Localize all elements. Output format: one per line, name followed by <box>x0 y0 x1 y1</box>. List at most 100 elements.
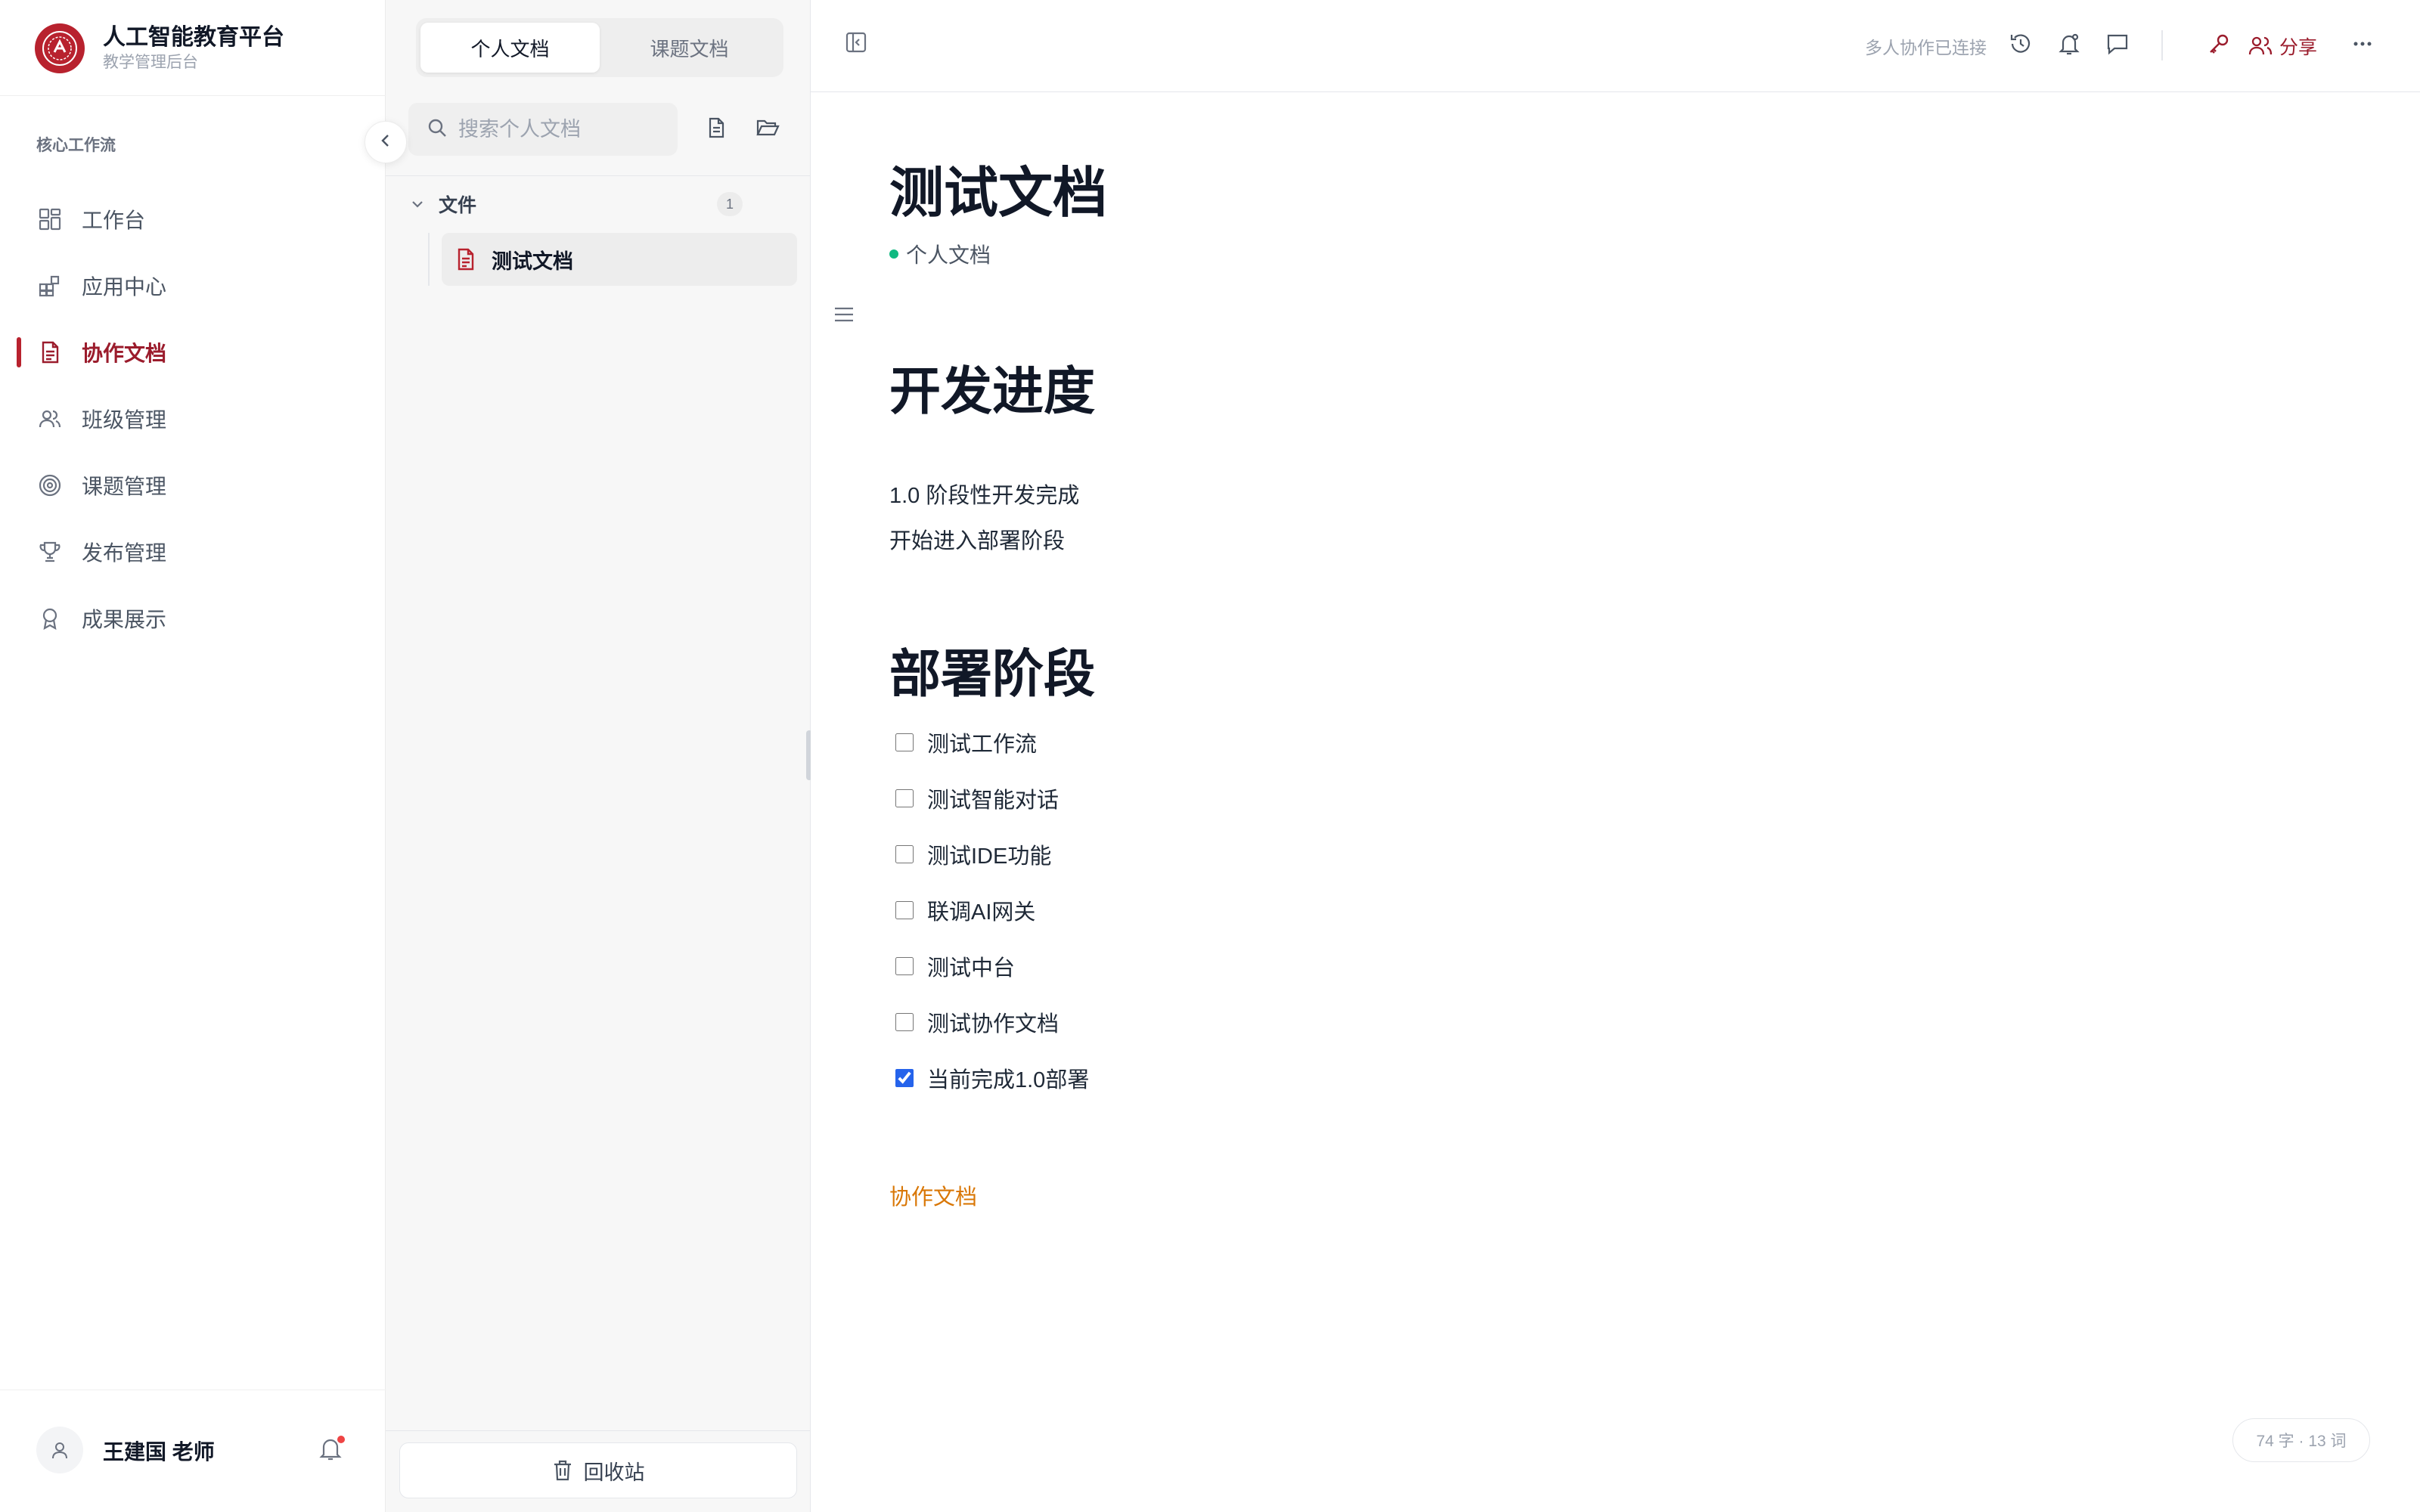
more-horizontal-icon <box>2350 32 2375 60</box>
sidebar-item-classes[interactable]: 班级管理 <box>0 386 386 452</box>
sidebar-item-label: 发布管理 <box>82 541 167 565</box>
document-icon <box>36 339 64 366</box>
task-checkbox[interactable] <box>895 733 914 751</box>
trophy-icon <box>36 538 64 565</box>
task-item[interactable]: 测试工作流 <box>895 726 1037 759</box>
dashboard-icon <box>36 206 64 233</box>
divider <box>386 175 811 176</box>
paragraph: 开始进入部署阶段 <box>889 529 1066 553</box>
task-item[interactable]: 联调AI网关 <box>895 894 1035 927</box>
task-checkbox[interactable] <box>895 1069 914 1087</box>
editor-toolbar: 多人协作已连接 分享 <box>811 0 2420 92</box>
tree-guide-line <box>428 233 430 286</box>
new-document-button[interactable] <box>699 112 734 147</box>
target-icon <box>36 472 64 499</box>
task-checkbox[interactable] <box>895 957 914 975</box>
avatar[interactable] <box>36 1427 83 1473</box>
heading-development-progress: 开发进度 <box>889 363 1096 420</box>
reminder-button[interactable] <box>2052 29 2086 62</box>
key-icon <box>2207 32 2231 60</box>
recycle-bin-button[interactable]: 回收站 <box>399 1442 797 1498</box>
collapse-sidebar-button[interactable] <box>365 121 407 163</box>
sidebar-item-dashboard[interactable]: 工作台 <box>0 186 386 253</box>
document-icon <box>455 248 478 271</box>
apps-icon <box>36 272 64 299</box>
sidebar-item-docs[interactable]: 协作文档 <box>0 319 386 386</box>
block-drag-handle[interactable] <box>829 301 859 331</box>
sidebar-item-apps[interactable]: 应用中心 <box>0 253 386 319</box>
paragraph: 1.0 阶段性开发完成 <box>889 484 1080 508</box>
search-icon <box>427 117 448 142</box>
sidebar: 人工智能教育平台 教学管理后台 核心工作流 工作台 应用中心 协作文档 班级管理… <box>0 0 386 1512</box>
task-item[interactable]: 测试协作文档 <box>895 1005 1059 1039</box>
recycle-bin-label: 回收站 <box>583 1461 645 1484</box>
folder-name: 文件 <box>439 195 477 216</box>
toggle-panel-button[interactable] <box>839 27 873 60</box>
comment-icon <box>2105 32 2130 60</box>
document-title: 测试文档 <box>492 249 573 273</box>
divider <box>386 1430 811 1431</box>
main-nav: 工作台 应用中心 协作文档 班级管理 课题管理 发布管理 成果展示 <box>0 186 386 652</box>
more-options-button[interactable] <box>2346 29 2379 62</box>
task-item[interactable]: 测试IDE功能 <box>895 838 1051 871</box>
notification-badge <box>337 1436 345 1443</box>
task-checkbox[interactable] <box>895 1013 914 1031</box>
sidebar-item-label: 工作台 <box>82 209 146 232</box>
folder-row[interactable]: 文件 1 <box>410 189 765 219</box>
folder-count-badge: 1 <box>717 192 743 216</box>
history-button[interactable] <box>2004 29 2037 62</box>
users-icon <box>2248 35 2273 57</box>
history-icon <box>2009 32 2033 60</box>
award-icon <box>36 605 64 632</box>
new-folder-button[interactable] <box>750 112 785 147</box>
task-item[interactable]: 测试中台 <box>895 950 1015 983</box>
search-box <box>408 103 678 156</box>
brand[interactable]: 人工智能教育平台 教学管理后台 <box>35 21 284 76</box>
sidebar-item-topics[interactable]: 课题管理 <box>0 452 386 519</box>
share-button[interactable]: 分享 <box>2248 29 2317 64</box>
sidebar-item-label: 应用中心 <box>82 275 167 299</box>
sidebar-item-label: 班级管理 <box>82 408 167 432</box>
task-label: 当前完成1.0部署 <box>927 1068 1090 1092</box>
sidebar-item-results[interactable]: 成果展示 <box>0 585 386 652</box>
task-checkbox[interactable] <box>895 845 914 863</box>
platform-logo <box>35 23 85 73</box>
comments-button[interactable] <box>2101 29 2134 62</box>
task-label: 测试中台 <box>927 956 1016 981</box>
search-input[interactable] <box>458 117 670 141</box>
sidebar-item-label: 协作文档 <box>82 342 167 365</box>
permissions-button[interactable] <box>2202 29 2235 62</box>
task-label: 联调AI网关 <box>927 900 1036 925</box>
task-checkbox[interactable] <box>895 789 914 807</box>
chevron-left-icon <box>377 132 394 153</box>
notifications-button[interactable] <box>313 1433 348 1467</box>
list-item-document[interactable]: 测试文档 <box>442 233 797 286</box>
heading-deployment-stage: 部署阶段 <box>889 646 1096 703</box>
divider <box>0 95 386 96</box>
brand-subtitle: 教学管理后台 <box>103 54 198 71</box>
bell-icon <box>2057 32 2081 60</box>
word-count-badge: 74 字 · 13 词 <box>2232 1418 2370 1462</box>
document-category: 个人文档 <box>906 243 991 267</box>
task-label: 测试IDE功能 <box>927 844 1052 869</box>
tab-topic-docs[interactable]: 课题文档 <box>600 23 779 73</box>
document-meta: 个人文档 <box>889 239 991 269</box>
collab-doc-link[interactable]: 协作文档 <box>889 1179 977 1211</box>
brand-title: 人工智能教育平台 <box>103 25 284 50</box>
users-icon <box>36 405 64 432</box>
tab-personal-docs[interactable]: 个人文档 <box>420 23 600 73</box>
task-checkbox[interactable] <box>895 901 914 919</box>
editor: 多人协作已连接 分享 测试文档 个人文档 开发进度 1.0 阶段性开发完成 开始… <box>811 0 2420 1512</box>
nav-section-label: 核心工作流 <box>36 137 116 154</box>
menu-icon <box>833 305 855 327</box>
toolbar-separator <box>2161 30 2163 60</box>
sidebar-item-publish[interactable]: 发布管理 <box>0 519 386 585</box>
chevron-down-icon <box>410 197 430 212</box>
task-item[interactable]: 当前完成1.0部署 <box>895 1061 1089 1095</box>
task-label: 测试智能对话 <box>927 789 1060 813</box>
panel-left-icon <box>845 31 867 57</box>
share-label: 分享 <box>2279 37 2318 58</box>
document-title: 测试文档 <box>889 163 1108 224</box>
task-item[interactable]: 测试智能对话 <box>895 782 1059 815</box>
trash-icon <box>552 1459 573 1482</box>
